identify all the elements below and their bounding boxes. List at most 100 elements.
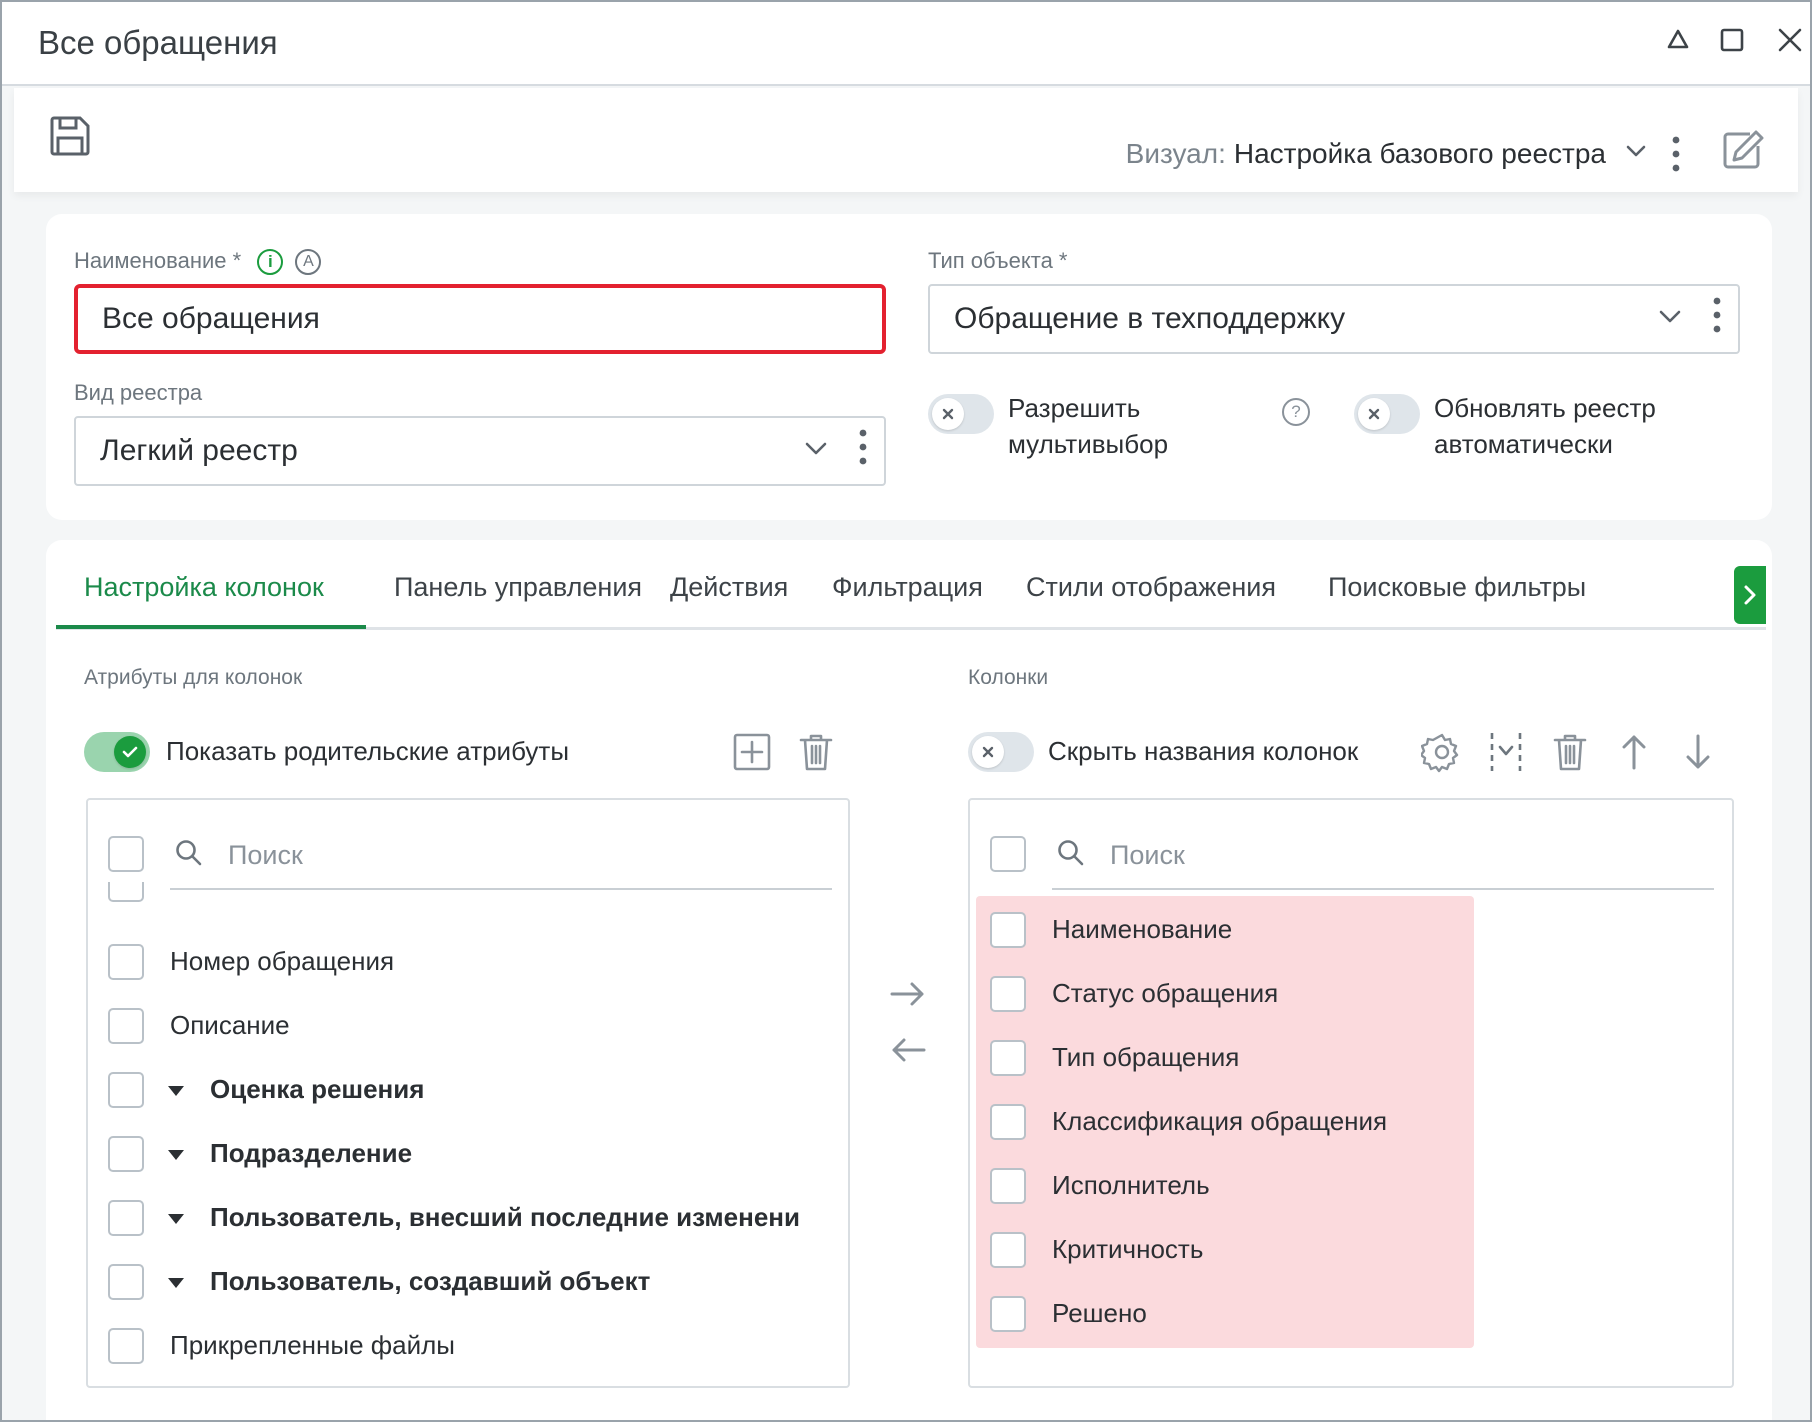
- search-underline: [1052, 888, 1714, 890]
- attributes-search-input[interactable]: Поиск: [228, 840, 303, 871]
- registry-kind-label: Вид реестра: [74, 380, 203, 405]
- column-settings-button[interactable]: [1420, 730, 1464, 774]
- move-down-button[interactable]: [1676, 730, 1720, 774]
- tabs-next-button[interactable]: [1734, 566, 1766, 624]
- trash-icon: [1553, 734, 1587, 771]
- attribute-item[interactable]: Номер обращения: [170, 946, 394, 977]
- multiselect-label-line2: мультивыбор: [1008, 429, 1169, 459]
- move-up-button[interactable]: [1612, 730, 1656, 774]
- expand-caret-icon[interactable]: [168, 1214, 184, 1224]
- name-field-label: Наименование * i A: [74, 248, 322, 276]
- check-icon: [122, 746, 138, 758]
- list-item-checkbox[interactable]: [108, 1328, 144, 1364]
- name-label-text: Наименование *: [74, 248, 242, 273]
- expand-caret-icon[interactable]: [168, 1086, 184, 1096]
- expand-caret-icon[interactable]: [168, 1278, 184, 1288]
- show-parent-toggle[interactable]: [84, 732, 150, 772]
- column-item[interactable]: Тип обращения: [1052, 1042, 1239, 1073]
- autorefresh-toggle[interactable]: [1354, 394, 1420, 434]
- tab-filtering[interactable]: Фильтрация: [832, 572, 983, 603]
- column-item[interactable]: Исполнитель: [1052, 1170, 1210, 1201]
- delete-column-button[interactable]: [1548, 730, 1592, 774]
- more-options-icon[interactable]: [1712, 295, 1722, 343]
- attribute-group-item[interactable]: Оценка решения: [210, 1074, 424, 1105]
- list-item-checkbox[interactable]: [990, 1040, 1026, 1076]
- columns-section-label: Колонки: [968, 666, 1049, 689]
- autorefresh-label-line2: автоматически: [1434, 429, 1613, 459]
- column-item[interactable]: Статус обращения: [1052, 978, 1278, 1009]
- close-icon[interactable]: [1770, 20, 1810, 60]
- object-type-value: Обращение в техподдержку: [954, 302, 1346, 335]
- list-item-checkbox[interactable]: [108, 882, 144, 902]
- search-icon: [1056, 838, 1086, 873]
- autorefresh-label: Обновлять реестр автоматически: [1434, 390, 1656, 462]
- chevron-down-icon: [804, 434, 828, 468]
- multiselect-label-line1: Разрешить: [1008, 393, 1141, 423]
- visual-selector[interactable]: Визуал: Настройка базового реестра: [1126, 134, 1648, 174]
- save-button[interactable]: [44, 110, 96, 162]
- select-all-attributes-checkbox[interactable]: [108, 836, 144, 872]
- list-item-checkbox[interactable]: [990, 1232, 1026, 1268]
- list-item-checkbox[interactable]: [108, 1072, 144, 1108]
- edit-button[interactable]: [1716, 124, 1768, 176]
- list-item-checkbox[interactable]: [990, 1104, 1026, 1140]
- column-item[interactable]: Решено: [1052, 1298, 1147, 1329]
- list-item-checkbox[interactable]: [108, 1264, 144, 1300]
- attribute-item[interactable]: Прикрепленные файлы: [170, 1330, 455, 1361]
- delete-attribute-button[interactable]: [794, 730, 838, 774]
- split-columns-button[interactable]: [1484, 730, 1528, 774]
- edit-icon: [1723, 130, 1764, 169]
- columns-list: Поиск Наименование Статус обращения Тип …: [968, 798, 1734, 1388]
- attribute-group-item[interactable]: Подразделение: [210, 1138, 412, 1169]
- maximize-icon[interactable]: [1712, 20, 1752, 60]
- info-icon[interactable]: i: [257, 249, 284, 276]
- list-item-checkbox[interactable]: [990, 976, 1026, 1012]
- autorefresh-label-line1: Обновлять реестр: [1434, 393, 1656, 423]
- object-type-select[interactable]: Обращение в техподдержку: [928, 284, 1740, 354]
- name-input[interactable]: Все обращения: [74, 284, 886, 354]
- columns-settings-card: Настройка колонок Панель управления Дейс…: [46, 540, 1772, 1420]
- attribute-group-item[interactable]: Пользователь, создавший объект: [210, 1266, 650, 1297]
- hide-column-names-toggle[interactable]: [968, 732, 1034, 772]
- arrow-up-icon: [1622, 735, 1646, 770]
- attribute-item[interactable]: Описание: [170, 1010, 290, 1041]
- attributes-list: Поиск Номер обращения Описание Оценка ре…: [86, 798, 850, 1388]
- help-icon[interactable]: ?: [1282, 398, 1310, 426]
- active-tab-indicator: [56, 625, 366, 629]
- column-split-icon: [1490, 733, 1522, 771]
- x-icon: [982, 746, 994, 758]
- minimize-icon[interactable]: [1658, 20, 1698, 60]
- list-item-checkbox[interactable]: [990, 912, 1026, 948]
- move-left-button[interactable]: [886, 1028, 930, 1072]
- expand-caret-icon[interactable]: [168, 1150, 184, 1160]
- tab-actions[interactable]: Действия: [670, 572, 788, 603]
- hide-column-names-label: Скрыть названия колонок: [1048, 736, 1359, 766]
- list-item-checkbox[interactable]: [108, 1136, 144, 1172]
- column-item[interactable]: Наименование: [1052, 914, 1232, 945]
- more-options-icon[interactable]: [858, 427, 868, 475]
- add-box-icon: [733, 733, 771, 771]
- columns-search-input[interactable]: Поиск: [1110, 840, 1185, 871]
- object-type-label: Тип объекта *: [928, 248, 1068, 273]
- more-options-icon[interactable]: [1664, 132, 1688, 176]
- visual-value: Настройка базового реестра: [1233, 138, 1606, 169]
- column-item[interactable]: Критичность: [1052, 1234, 1203, 1265]
- list-item-checkbox[interactable]: [990, 1296, 1026, 1332]
- auto-translate-icon[interactable]: A: [295, 249, 322, 276]
- tab-column-settings[interactable]: Настройка колонок: [84, 572, 324, 603]
- tab-search-filters[interactable]: Поисковые фильтры: [1328, 572, 1586, 603]
- tab-display-styles[interactable]: Стили отображения: [1026, 572, 1276, 603]
- add-attribute-button[interactable]: [730, 730, 774, 774]
- attribute-group-item[interactable]: Пользователь, внесший последние изменени: [210, 1202, 824, 1233]
- tab-control-panel[interactable]: Панель управления: [394, 572, 642, 603]
- list-item-checkbox[interactable]: [108, 1008, 144, 1044]
- list-item-checkbox[interactable]: [108, 944, 144, 980]
- select-all-columns-checkbox[interactable]: [990, 836, 1026, 872]
- column-item[interactable]: Классификация обращения: [1052, 1106, 1387, 1137]
- list-item-checkbox[interactable]: [108, 1200, 144, 1236]
- multiselect-toggle[interactable]: [928, 394, 994, 434]
- list-item-checkbox[interactable]: [990, 1168, 1026, 1204]
- chevron-right-icon: [1744, 585, 1756, 605]
- move-right-button[interactable]: [886, 972, 930, 1016]
- registry-kind-select[interactable]: Легкий реестр: [74, 416, 886, 486]
